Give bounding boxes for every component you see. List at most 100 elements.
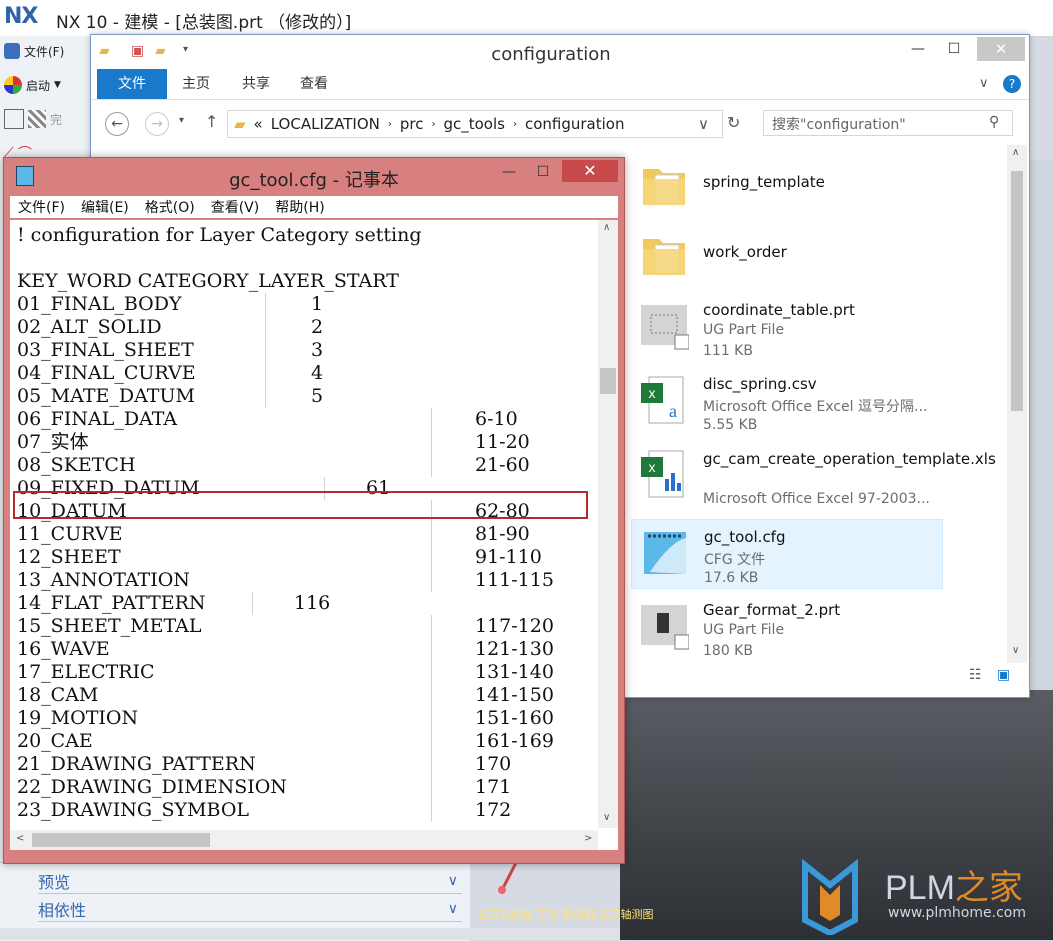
address-bar[interactable]: ▰ « LOCALIZATION › prc › gc_tools › conf… <box>227 110 723 138</box>
category-name: 15_SHEET_METAL <box>17 615 202 637</box>
table-row: 23_DRAWING_SYMBOL 172 <box>17 799 597 822</box>
file-list-scrollbar[interactable]: ∧ ∨ <box>1007 145 1027 663</box>
tab-view[interactable]: 查看 <box>289 69 339 99</box>
list-item-selected[interactable]: gc_tool.cfg CFG 文件 17.6 KB <box>631 519 943 589</box>
category-name: 14_FLAT_PATTERN <box>17 592 206 614</box>
help-icon[interactable]: ? <box>1003 75 1021 93</box>
category-rows: 01_FINAL_BODY 1 02_ALT_SOLID 2 03_FINAL_SHEE… <box>17 293 597 822</box>
menu-edit[interactable]: 编辑(E) <box>73 197 137 217</box>
minimize-button[interactable]: — <box>901 37 935 61</box>
scroll-down-icon[interactable]: ∨ <box>1012 645 1019 656</box>
category-layer-range: 21-60 <box>475 454 530 476</box>
table-row: 12_SHEET 91-110 <box>17 546 597 569</box>
table-row: 14_FLAT_PATTERN 116 <box>17 592 597 615</box>
large-icons-view-icon[interactable]: ▣ <box>997 667 1010 683</box>
list-item[interactable]: spring_template <box>631 153 943 219</box>
list-item[interactable]: coordinate_table.prt UG Part File 111 KB <box>631 293 943 363</box>
category-name: 21_DRAWING_PATTERN <box>17 753 256 775</box>
measure-icon[interactable] <box>4 109 24 129</box>
category-name: 03_FINAL_SHEET <box>17 339 194 361</box>
category-layer-range: 117-120 <box>475 615 554 637</box>
chevron-down-icon[interactable]: ∨ <box>698 115 709 133</box>
refresh-icon[interactable]: ↻ <box>727 113 740 132</box>
list-item[interactable]: work_order <box>631 223 943 289</box>
tab-guide <box>431 730 432 753</box>
table-row: 19_MOTION 151-160 <box>17 707 597 730</box>
category-name: 16_WAVE <box>17 638 110 660</box>
category-name: 18_CAM <box>17 684 99 706</box>
scroll-up-icon[interactable]: ∧ <box>603 222 610 233</box>
category-layer-range: 6-10 <box>475 408 518 430</box>
close-button[interactable]: ✕ <box>977 37 1025 61</box>
tab-guide <box>431 638 432 661</box>
category-name: 04_FINAL_CURVE <box>17 362 196 384</box>
maximize-button[interactable]: ☐ <box>937 37 971 61</box>
nx-view-status: 正三轴测图 工作 摄像机 正三轴测图 <box>478 908 654 921</box>
scroll-thumb[interactable] <box>32 833 210 847</box>
section-dependencies[interactable]: 相依性 ∨ <box>38 897 462 922</box>
scroll-thumb[interactable] <box>1011 171 1023 411</box>
category-layer-range: 11-20 <box>475 431 530 453</box>
menu-format[interactable]: 格式(O) <box>137 197 203 217</box>
maximize-button[interactable]: ☐ <box>526 160 560 184</box>
tab-guide <box>431 523 432 546</box>
nx-file-menu[interactable]: 文件(F) <box>4 38 90 64</box>
nx-start-menu[interactable]: 启动 ▼ <box>4 72 90 98</box>
tab-file[interactable]: 文件 <box>97 69 167 99</box>
keyword-line: KEY_WORD CATEGORY_LAYER_START <box>17 270 399 292</box>
back-icon[interactable]: ← <box>105 112 129 136</box>
notepad-menubar: 文件(F) 编辑(E) 格式(O) 查看(V) 帮助(H) <box>10 196 618 218</box>
nx-start-icon <box>4 76 22 94</box>
breadcrumb-gc-tools[interactable]: gc_tools <box>443 115 505 133</box>
tab-home[interactable]: 主页 <box>171 69 221 99</box>
close-button[interactable]: ✕ <box>562 160 618 182</box>
search-input[interactable]: 搜索"configuration" <box>763 110 1013 136</box>
category-layer-range: 111-115 <box>475 569 554 591</box>
menu-help[interactable]: 帮助(H) <box>267 197 332 217</box>
notepad-file-icon <box>644 532 686 574</box>
breadcrumb-separator-icon: › <box>431 118 436 130</box>
scroll-up-icon[interactable]: ∧ <box>1012 147 1019 158</box>
category-layer-range: 170 <box>475 753 512 775</box>
menu-view[interactable]: 查看(V) <box>203 197 268 217</box>
tab-guide <box>252 592 253 615</box>
svg-text:a: a <box>669 401 677 421</box>
tab-guide <box>431 431 432 454</box>
list-item[interactable]: Gear_format_2.prt UG Part File 180 KB <box>631 593 943 663</box>
text-vertical-scrollbar[interactable]: ∧ ∨ <box>598 220 618 828</box>
explorer-titlebar[interactable]: ▰ ▣ ▰ ▾ configuration — ☐ ✕ <box>91 35 1029 69</box>
scroll-right-icon[interactable]: > <box>584 833 592 844</box>
scroll-left-icon[interactable]: < <box>16 833 24 844</box>
details-view-icon[interactable]: ☷ <box>969 667 982 683</box>
breadcrumb-prc[interactable]: prc <box>400 115 424 133</box>
tab-guide <box>431 615 432 638</box>
ribbon-expand-icon[interactable]: ∨ <box>979 76 989 91</box>
breadcrumb-separator-icon: › <box>387 118 392 130</box>
checker-icon[interactable] <box>28 110 46 128</box>
section-preview[interactable]: 预览 ∨ <box>38 869 462 894</box>
breadcrumb-configuration[interactable]: configuration <box>525 115 625 133</box>
tab-guide <box>265 339 266 362</box>
breadcrumb-overflow[interactable]: « <box>254 115 263 133</box>
tab-guide <box>431 546 432 569</box>
up-icon[interactable]: ↑ <box>205 112 218 131</box>
notepad-text-area[interactable]: ! configuration for Layer Category setti… <box>10 220 618 850</box>
text-horizontal-scrollbar[interactable]: < > <box>10 830 598 850</box>
tab-share[interactable]: 共享 <box>231 69 281 99</box>
address-row: ← → ▾ ↑ ▰ « LOCALIZATION › prc › gc_tool… <box>91 99 1029 143</box>
recent-arrow-icon[interactable]: ▾ <box>179 115 184 126</box>
nx-toolbar-row: 完 <box>4 106 90 132</box>
menu-file[interactable]: 文件(F) <box>10 197 73 217</box>
scroll-down-icon[interactable]: ∨ <box>603 812 610 823</box>
search-icon: ⚲ <box>989 114 1000 130</box>
tab-guide <box>431 707 432 730</box>
list-item[interactable]: xa disc_spring.csv Microsoft Office Exce… <box>631 367 943 437</box>
notepad-titlebar[interactable]: gc_tool.cfg - 记事本 — ☐ ✕ <box>4 158 624 192</box>
forward-icon[interactable]: → <box>145 112 169 136</box>
list-item[interactable]: x gc_cam_create_operation_template.xls M… <box>631 441 996 515</box>
breadcrumb-localization[interactable]: LOCALIZATION <box>271 115 380 133</box>
minimize-button[interactable]: — <box>492 160 526 184</box>
scroll-thumb[interactable] <box>600 368 616 394</box>
category-layer-range: 172 <box>475 799 512 821</box>
tab-guide <box>265 316 266 339</box>
